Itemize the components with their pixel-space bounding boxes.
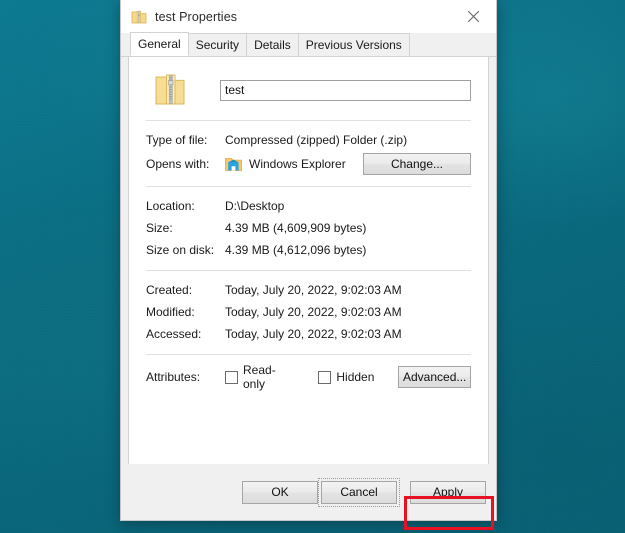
accessed-label: Accessed:: [146, 327, 202, 341]
tab-panel-general: test Type of file: Compressed (zipped) F…: [128, 57, 489, 489]
opens-with-row: Opens with: Windows Explorer Change...: [146, 151, 471, 177]
file-name-input[interactable]: test: [220, 79, 471, 101]
accessed-value: Today, July 20, 2022, 9:02:03 AM: [225, 327, 402, 341]
readonly-checkbox[interactable]: [225, 370, 238, 384]
zip-folder-icon: [131, 9, 147, 25]
size-on-disk-row: Size on disk: 4.39 MB (4,612,096 bytes): [146, 239, 471, 261]
attributes-label: Attributes:: [146, 370, 201, 384]
modified-row: Modified: Today, July 20, 2022, 9:02:03 …: [146, 301, 471, 323]
hidden-label: Hidden: [336, 370, 375, 384]
windows-explorer-icon: [225, 157, 242, 172]
type-of-file-row: Type of file: Compressed (zipped) Folder…: [146, 129, 471, 151]
attributes-row: Attributes: Read-only Hidden Advanced...: [146, 363, 471, 391]
readonly-label: Read-only: [243, 363, 276, 391]
opens-with-app-name: Windows Explorer: [249, 157, 346, 171]
hidden-checkbox[interactable]: [318, 370, 332, 384]
advanced-button[interactable]: Advanced...: [398, 366, 471, 388]
type-of-file-value: Compressed (zipped) Folder (.zip): [225, 133, 408, 147]
separator: [146, 120, 471, 121]
change-button[interactable]: Change...: [363, 153, 471, 175]
size-row: Size: 4.39 MB (4,609,909 bytes): [146, 217, 471, 239]
file-name-row: test: [146, 69, 471, 111]
tab-security[interactable]: Security: [187, 33, 248, 56]
size-value: 4.39 MB (4,609,909 bytes): [225, 221, 367, 235]
location-row: Location: D:\Desktop: [146, 195, 471, 217]
cancel-focus-ring: Cancel: [318, 477, 400, 507]
properties-dialog: test Properties General Security Details…: [120, 0, 497, 521]
size-label: Size:: [146, 221, 173, 235]
dialog-footer: OK Cancel Apply: [121, 464, 496, 520]
tab-previous-versions[interactable]: Previous Versions: [297, 33, 410, 56]
location-value: D:\Desktop: [225, 199, 285, 213]
separator: [146, 270, 471, 271]
accessed-row: Accessed: Today, July 20, 2022, 9:02:03 …: [146, 323, 471, 345]
titlebar: test Properties: [121, 0, 496, 33]
size-on-disk-value: 4.39 MB (4,612,096 bytes): [225, 243, 367, 257]
cancel-button[interactable]: Cancel: [321, 480, 397, 504]
separator: [146, 186, 471, 187]
location-label: Location:: [146, 199, 195, 213]
tab-strip: General Security Details Previous Versio…: [121, 32, 496, 57]
dialog-title: test Properties: [155, 9, 238, 24]
separator: [146, 354, 471, 355]
size-on-disk-label: Size on disk:: [146, 243, 215, 257]
readonly-checkbox-group[interactable]: Read-only: [225, 363, 294, 391]
type-of-file-label: Type of file:: [146, 133, 208, 147]
created-label: Created:: [146, 283, 193, 297]
zip-folder-icon: [154, 72, 188, 108]
created-value: Today, July 20, 2022, 9:02:03 AM: [225, 283, 402, 297]
tab-general[interactable]: General: [130, 32, 189, 56]
close-icon[interactable]: [451, 0, 496, 33]
hidden-checkbox-group[interactable]: Hidden: [318, 370, 374, 384]
opens-with-label: Opens with:: [146, 157, 210, 171]
tab-details[interactable]: Details: [246, 33, 299, 56]
apply-button[interactable]: Apply: [410, 480, 486, 504]
created-row: Created: Today, July 20, 2022, 9:02:03 A…: [146, 279, 471, 301]
ok-button[interactable]: OK: [242, 480, 318, 504]
modified-label: Modified:: [146, 305, 195, 319]
modified-value: Today, July 20, 2022, 9:02:03 AM: [225, 305, 402, 319]
